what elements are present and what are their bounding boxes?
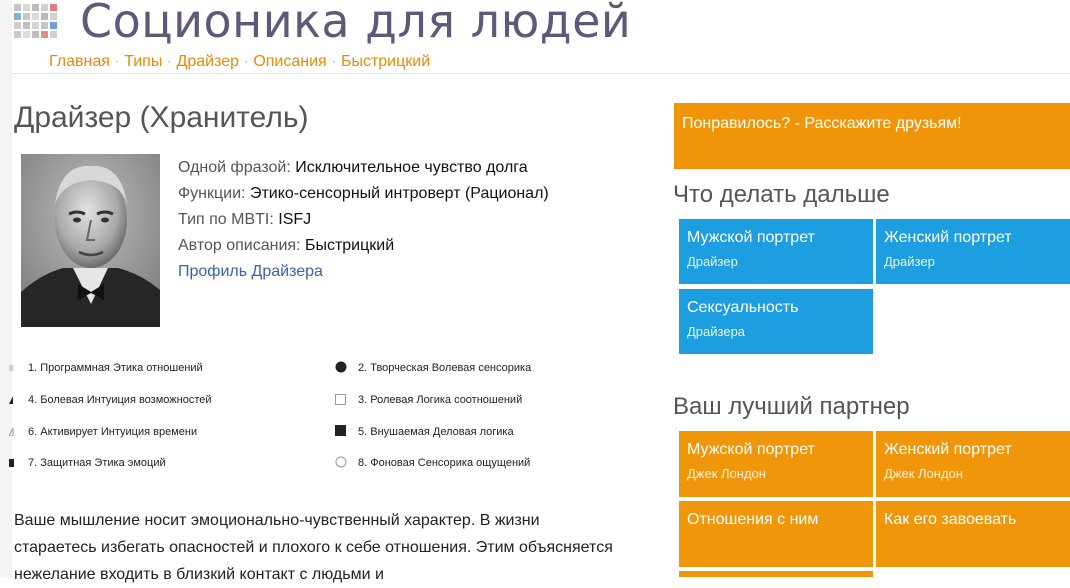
logo-square [14, 4, 21, 11]
logo-square [41, 4, 48, 11]
logo-square [23, 4, 30, 11]
nav-link-types[interactable]: Типы [124, 53, 162, 70]
logo-square [41, 22, 48, 29]
main-nav: Главная · Типы · Драйзер · Описания · Бы… [49, 52, 430, 72]
functions-model: 1. Программная Этика отношений 4. Болева… [9, 356, 652, 486]
empty-circle-icon [335, 456, 347, 468]
info-label: Тип по MBTI: [178, 211, 274, 228]
cut-off-marker-icon [9, 459, 14, 467]
info-row-author: Автор описания: Быстрицкий [178, 233, 549, 259]
empty-square-icon [335, 394, 346, 405]
info-value: Быстрицкий [304, 237, 395, 254]
tile-title: Отношения с ним [687, 511, 819, 528]
function-item: 5. Внушаемая Деловая логика [334, 425, 514, 439]
info-row-functions: Функции: Этико-сенсорный интроверт (Раци… [178, 181, 549, 207]
logo-square [23, 31, 30, 38]
info-value: ISFJ [278, 211, 312, 228]
function-item: 4. Болевая Интуиция возможностей [9, 393, 212, 407]
tile-title: Как его завоевать [884, 511, 1017, 528]
tile-subtitle: Джек Лондон [687, 466, 766, 481]
cut-off-marker-icon [9, 365, 13, 371]
info-row-mbti: Тип по MBTI: ISFJ [178, 207, 549, 233]
share-text: Понравилось? - Расскажите друзьям! [682, 115, 962, 132]
tile-sexuality[interactable]: Сексуальность Драйзера [679, 289, 873, 354]
page-title: Драйзер (Хранитель) [14, 101, 309, 134]
tile-relations-with-him[interactable]: Отношения с ним [679, 501, 873, 567]
logo-square [32, 4, 39, 11]
logo-square [50, 4, 57, 11]
function-item: 7. Защитная Этика эмоций [9, 456, 166, 470]
info-value: Исключительное чувство долга [295, 159, 528, 176]
function-item: 6. Активирует Интуиция времени [9, 425, 197, 439]
tile-partner-next[interactable] [679, 571, 873, 577]
nav-link-bystritsky[interactable]: Быстрицкий [341, 53, 430, 70]
header-divider [12, 73, 1070, 74]
site-logo-grid[interactable] [14, 0, 59, 42]
tile-female-portrait[interactable]: Женский портрет Драйзер [876, 219, 1070, 284]
info-label: Функции: [178, 185, 246, 202]
tile-subtitle: Драйзер [884, 254, 935, 269]
filled-circle-icon [335, 361, 347, 373]
function-item: 8. Фоновая Сенсорика ощущений [334, 456, 530, 470]
tile-how-to-win-him[interactable]: Как его завоевать [876, 501, 1070, 567]
left-edge-strip [0, 0, 12, 577]
info-label: Одной фразой: [178, 159, 291, 176]
nav-separator: · [114, 53, 120, 70]
tile-title: Сексуальность [687, 299, 799, 316]
filled-square-icon [335, 425, 346, 436]
logo-square [32, 22, 39, 29]
tile-subtitle: Драйзера [687, 324, 746, 339]
nav-link-dreiser[interactable]: Драйзер [177, 53, 240, 70]
tile-title: Мужской портрет [687, 441, 815, 458]
share-banner[interactable]: Понравилось? - Расскажите друзьям! [674, 103, 1070, 169]
logo-square [41, 13, 48, 20]
tile-title: Женский портрет [884, 229, 1012, 246]
nav-separator: · [166, 53, 173, 70]
logo-square [23, 22, 30, 29]
tile-subtitle: Драйзер [687, 254, 738, 269]
info-row-phrase: Одной фразой: Исключительное чувство дол… [178, 155, 549, 181]
tile-partner-male-portrait[interactable]: Мужской портрет Джек Лондон [679, 431, 873, 497]
function-item: 2. Творческая Волевая сенсорика [334, 361, 531, 375]
logo-square [14, 22, 21, 29]
logo-square [50, 22, 57, 29]
tile-male-portrait[interactable]: Мужской портрет Драйзер [679, 219, 873, 284]
logo-square [14, 13, 21, 20]
nav-separator: · [243, 53, 249, 70]
nav-link-home[interactable]: Главная [49, 53, 110, 70]
logo-square [23, 13, 30, 20]
type-info: Одной фразой: Исключительное чувство дол… [178, 155, 549, 285]
best-partner-heading: Ваш лучший партнер [673, 393, 910, 420]
logo-square [41, 31, 48, 38]
info-label: Автор описания: [178, 237, 301, 254]
tile-title: Женский портрет [884, 441, 1012, 458]
logo-square [50, 13, 57, 20]
nav-separator: · [331, 53, 337, 70]
tile-subtitle: Джек Лондон [884, 466, 963, 481]
site-title[interactable]: Соционика для людей [80, 0, 631, 51]
logo-square [32, 13, 39, 20]
logo-square [32, 31, 39, 38]
tile-title: Мужской портрет [687, 229, 815, 246]
info-row-profile: Профиль Драйзера [178, 259, 549, 285]
cut-off-marker-icon [9, 396, 13, 404]
cut-off-marker-icon [9, 428, 14, 436]
logo-square [50, 31, 57, 38]
logo-square [14, 31, 21, 38]
description-paragraph: Ваше мышление носит эмоционально-чувстве… [14, 512, 613, 583]
tile-partner-female-portrait[interactable]: Женский портрет Джек Лондон [876, 431, 1070, 497]
function-item: 3. Ролевая Логика соотношений [334, 393, 522, 407]
info-value: Этико-сенсорный интроверт (Рационал) [249, 185, 549, 202]
function-item: 1. Программная Этика отношений [9, 361, 203, 375]
portrait-photo [21, 154, 160, 327]
nav-link-descriptions[interactable]: Описания [253, 53, 326, 70]
next-steps-heading: Что делать дальше [673, 181, 890, 208]
profile-link[interactable]: Профиль Драйзера [178, 263, 323, 280]
